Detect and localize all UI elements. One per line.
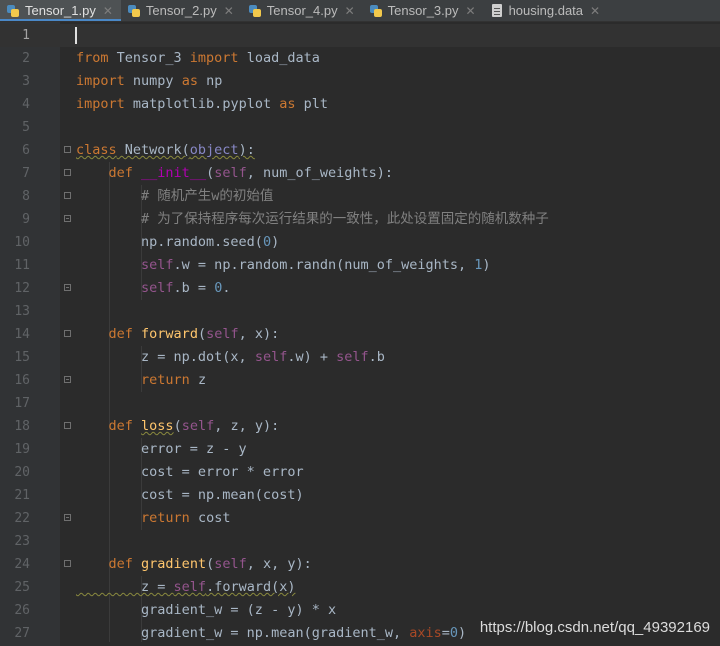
line-number: 12	[14, 281, 30, 296]
tab-label: Tensor_3.py	[387, 3, 459, 18]
fold-marker-icon[interactable]	[64, 422, 71, 429]
code-line: cost = np.mean(cost)	[76, 487, 304, 503]
line-number: 8	[22, 189, 30, 204]
close-icon[interactable]: ✕	[466, 4, 476, 18]
code-line: import matplotlib.pyplot as plt	[76, 96, 328, 112]
line-number: 21	[14, 488, 30, 503]
code-line: class Network(object):	[76, 142, 255, 158]
fold-end-icon[interactable]	[64, 376, 71, 383]
tab-label: Tensor_2.py	[145, 3, 217, 18]
line-number: 27	[14, 626, 30, 641]
fold-marker-icon[interactable]	[64, 330, 71, 337]
code-line: import numpy as np	[76, 73, 223, 89]
python-file-icon	[369, 4, 383, 18]
line-number: 26	[14, 603, 30, 618]
fold-marker-icon[interactable]	[64, 560, 71, 567]
line-number: 7	[22, 166, 30, 181]
fold-marker-icon[interactable]	[64, 146, 71, 153]
line-number: 2	[22, 51, 30, 66]
tab-tensor-3[interactable]: Tensor_3.py ✕	[363, 0, 484, 21]
tab-label: Tensor_1.py	[25, 3, 96, 18]
close-icon[interactable]: ✕	[103, 4, 113, 18]
code-line: # 为了保持程序每次运行结果的一致性，此处设置固定的随机数种子	[141, 211, 549, 227]
code-line: return cost	[141, 510, 231, 526]
watermark: https://blog.csdn.net/qq_49392169	[479, 619, 710, 636]
text-caret	[75, 27, 77, 44]
line-number: 4	[22, 97, 30, 112]
line-number: 20	[14, 465, 30, 480]
code-line: gradient_w = (z - y) * x	[76, 602, 337, 618]
code-line: def __init__(self, num_of_weights):	[108, 165, 394, 181]
close-icon[interactable]: ✕	[590, 4, 600, 18]
line-number: 9	[22, 212, 30, 227]
code-line: self.w = np.random.randn(num_of_weights,…	[141, 257, 491, 273]
code-line: def forward(self, x):	[108, 326, 280, 342]
code-line: # 随机产生w的初始值	[141, 188, 274, 204]
line-number: 23	[14, 534, 30, 549]
close-icon[interactable]: ✕	[224, 4, 234, 18]
line-number: 16	[14, 373, 30, 388]
code-line: z = self.forward(x)	[76, 579, 296, 595]
line-number: 24	[14, 557, 30, 572]
code-line: from Tensor_3 import load_data	[76, 50, 320, 66]
code-line: return z	[141, 372, 207, 388]
tab-tensor-2[interactable]: Tensor_2.py ✕	[121, 0, 242, 21]
code-line: gradient_w = np.mean(gradient_w, axis=0)	[76, 625, 467, 641]
tab-label: Tensor_4.py	[266, 3, 338, 18]
data-file-icon	[490, 3, 504, 18]
python-file-icon	[248, 4, 262, 18]
current-line-highlight	[0, 24, 720, 47]
python-file-icon	[127, 4, 141, 18]
tab-label: housing.data	[508, 3, 584, 18]
line-number: 11	[14, 258, 30, 273]
line-number: 14	[14, 327, 30, 342]
line-number: 5	[22, 120, 30, 135]
code-line: self.b = 0.	[141, 280, 231, 296]
code-line: error = z - y	[76, 441, 247, 457]
python-file-icon	[6, 4, 20, 18]
line-number: 15	[14, 350, 30, 365]
fold-marker-icon[interactable]	[64, 169, 71, 176]
fold-end-icon[interactable]	[64, 284, 71, 291]
fold-end-icon[interactable]	[64, 514, 71, 521]
line-number: 13	[14, 304, 30, 319]
editor-tab-bar: Tensor_1.py ✕ Tensor_2.py ✕ Tensor_4.py …	[0, 0, 720, 22]
tab-tensor-1[interactable]: Tensor_1.py ✕	[0, 0, 121, 21]
close-icon[interactable]: ✕	[345, 4, 355, 18]
line-number: 6	[22, 143, 30, 158]
line-number: 22	[14, 511, 30, 526]
tab-tensor-4[interactable]: Tensor_4.py ✕	[242, 0, 363, 21]
tab-housing-data[interactable]: housing.data ✕	[484, 0, 609, 21]
line-number: 1	[22, 28, 30, 43]
fold-marker-icon[interactable]	[64, 192, 71, 199]
fold-end-icon[interactable]	[64, 215, 71, 222]
code-line: def loss(self, z, y):	[108, 418, 280, 434]
line-number: 19	[14, 442, 30, 457]
line-number: 25	[14, 580, 30, 595]
code-line: z = np.dot(x, self.w) + self.b	[76, 349, 385, 365]
code-line: np.random.seed(0)	[76, 234, 280, 250]
line-number: 18	[14, 419, 30, 434]
line-number: 17	[14, 396, 30, 411]
code-line: cost = error * error	[76, 464, 304, 480]
line-number: 10	[14, 235, 30, 250]
line-number: 3	[22, 74, 30, 89]
code-line: def gradient(self, x, y):	[108, 556, 312, 572]
